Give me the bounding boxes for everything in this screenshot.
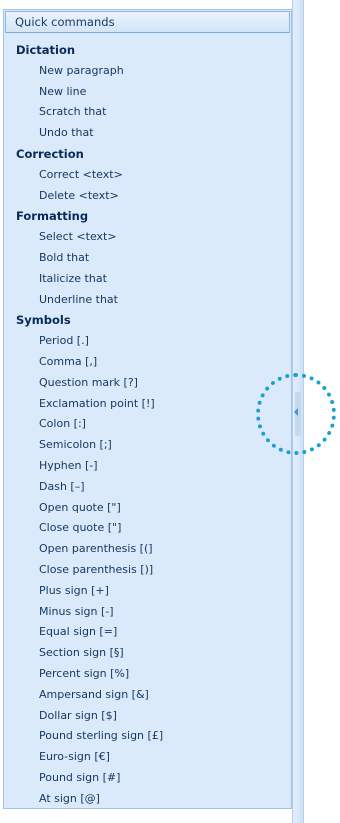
command-item[interactable]: Close quote ["] (4, 518, 291, 539)
command-list: Dictation New paragraph New line Scratch th… (4, 40, 291, 809)
category-heading: Formatting (16, 209, 89, 224)
command-item[interactable]: Semicolon [;] (4, 435, 291, 456)
command-item[interactable]: Dash [–] (4, 477, 291, 498)
command-item[interactable]: Dollar sign [$] (4, 706, 291, 727)
command-item[interactable]: Equal sign [=] (4, 622, 291, 643)
command-item[interactable]: New line (4, 82, 291, 103)
category-heading: Symbols (16, 313, 71, 328)
command-item[interactable]: Italicize that (4, 269, 291, 290)
command-item[interactable]: New paragraph (4, 61, 291, 82)
command-item[interactable]: Exclamation point [!] (4, 394, 291, 415)
command-item[interactable]: Comma [,] (4, 352, 291, 373)
command-item[interactable]: Period [.] (4, 331, 291, 352)
command-item[interactable]: Hyphen [-] (4, 456, 291, 477)
command-item[interactable]: Percent sign [%] (4, 664, 291, 685)
quick-commands-panel: Quick commands Dictation New paragraph New… (3, 9, 292, 809)
command-item[interactable]: Undo that (4, 123, 291, 144)
command-item[interactable]: Open parenthesis [(] (4, 539, 291, 560)
command-item[interactable]: Euro-sign [€] (4, 747, 291, 768)
panel-title: Quick commands (5, 11, 290, 33)
command-item[interactable]: Pound sterling sign [£] (4, 726, 291, 747)
panel-splitter[interactable] (292, 0, 304, 823)
command-item[interactable]: Bold that (4, 248, 291, 269)
chevron-left-icon[interactable] (294, 408, 298, 416)
command-item[interactable]: Correct <text> (4, 165, 291, 186)
command-item[interactable]: Underline that (4, 290, 291, 311)
command-item[interactable]: Open quote ["] (4, 498, 291, 519)
command-item[interactable]: Minus sign [-] (4, 602, 291, 623)
command-item[interactable]: Colon [:] (4, 414, 291, 435)
command-item[interactable]: Section sign [§] (4, 643, 291, 664)
command-item[interactable]: Ampersand sign [&] (4, 685, 291, 706)
command-item[interactable]: Question mark [?] (4, 373, 291, 394)
command-item[interactable]: Delete <text> (4, 186, 291, 207)
command-item[interactable]: At sign [@] (4, 789, 291, 810)
command-item[interactable]: Scratch that (4, 102, 291, 123)
category-heading: Correction (16, 146, 84, 161)
command-item[interactable]: Plus sign [+] (4, 581, 291, 602)
command-item[interactable]: Select <text> (4, 227, 291, 248)
command-item[interactable]: Pound sign [#] (4, 768, 291, 789)
command-item[interactable]: Close parenthesis [)] (4, 560, 291, 581)
category-heading: Dictation (16, 43, 76, 57)
